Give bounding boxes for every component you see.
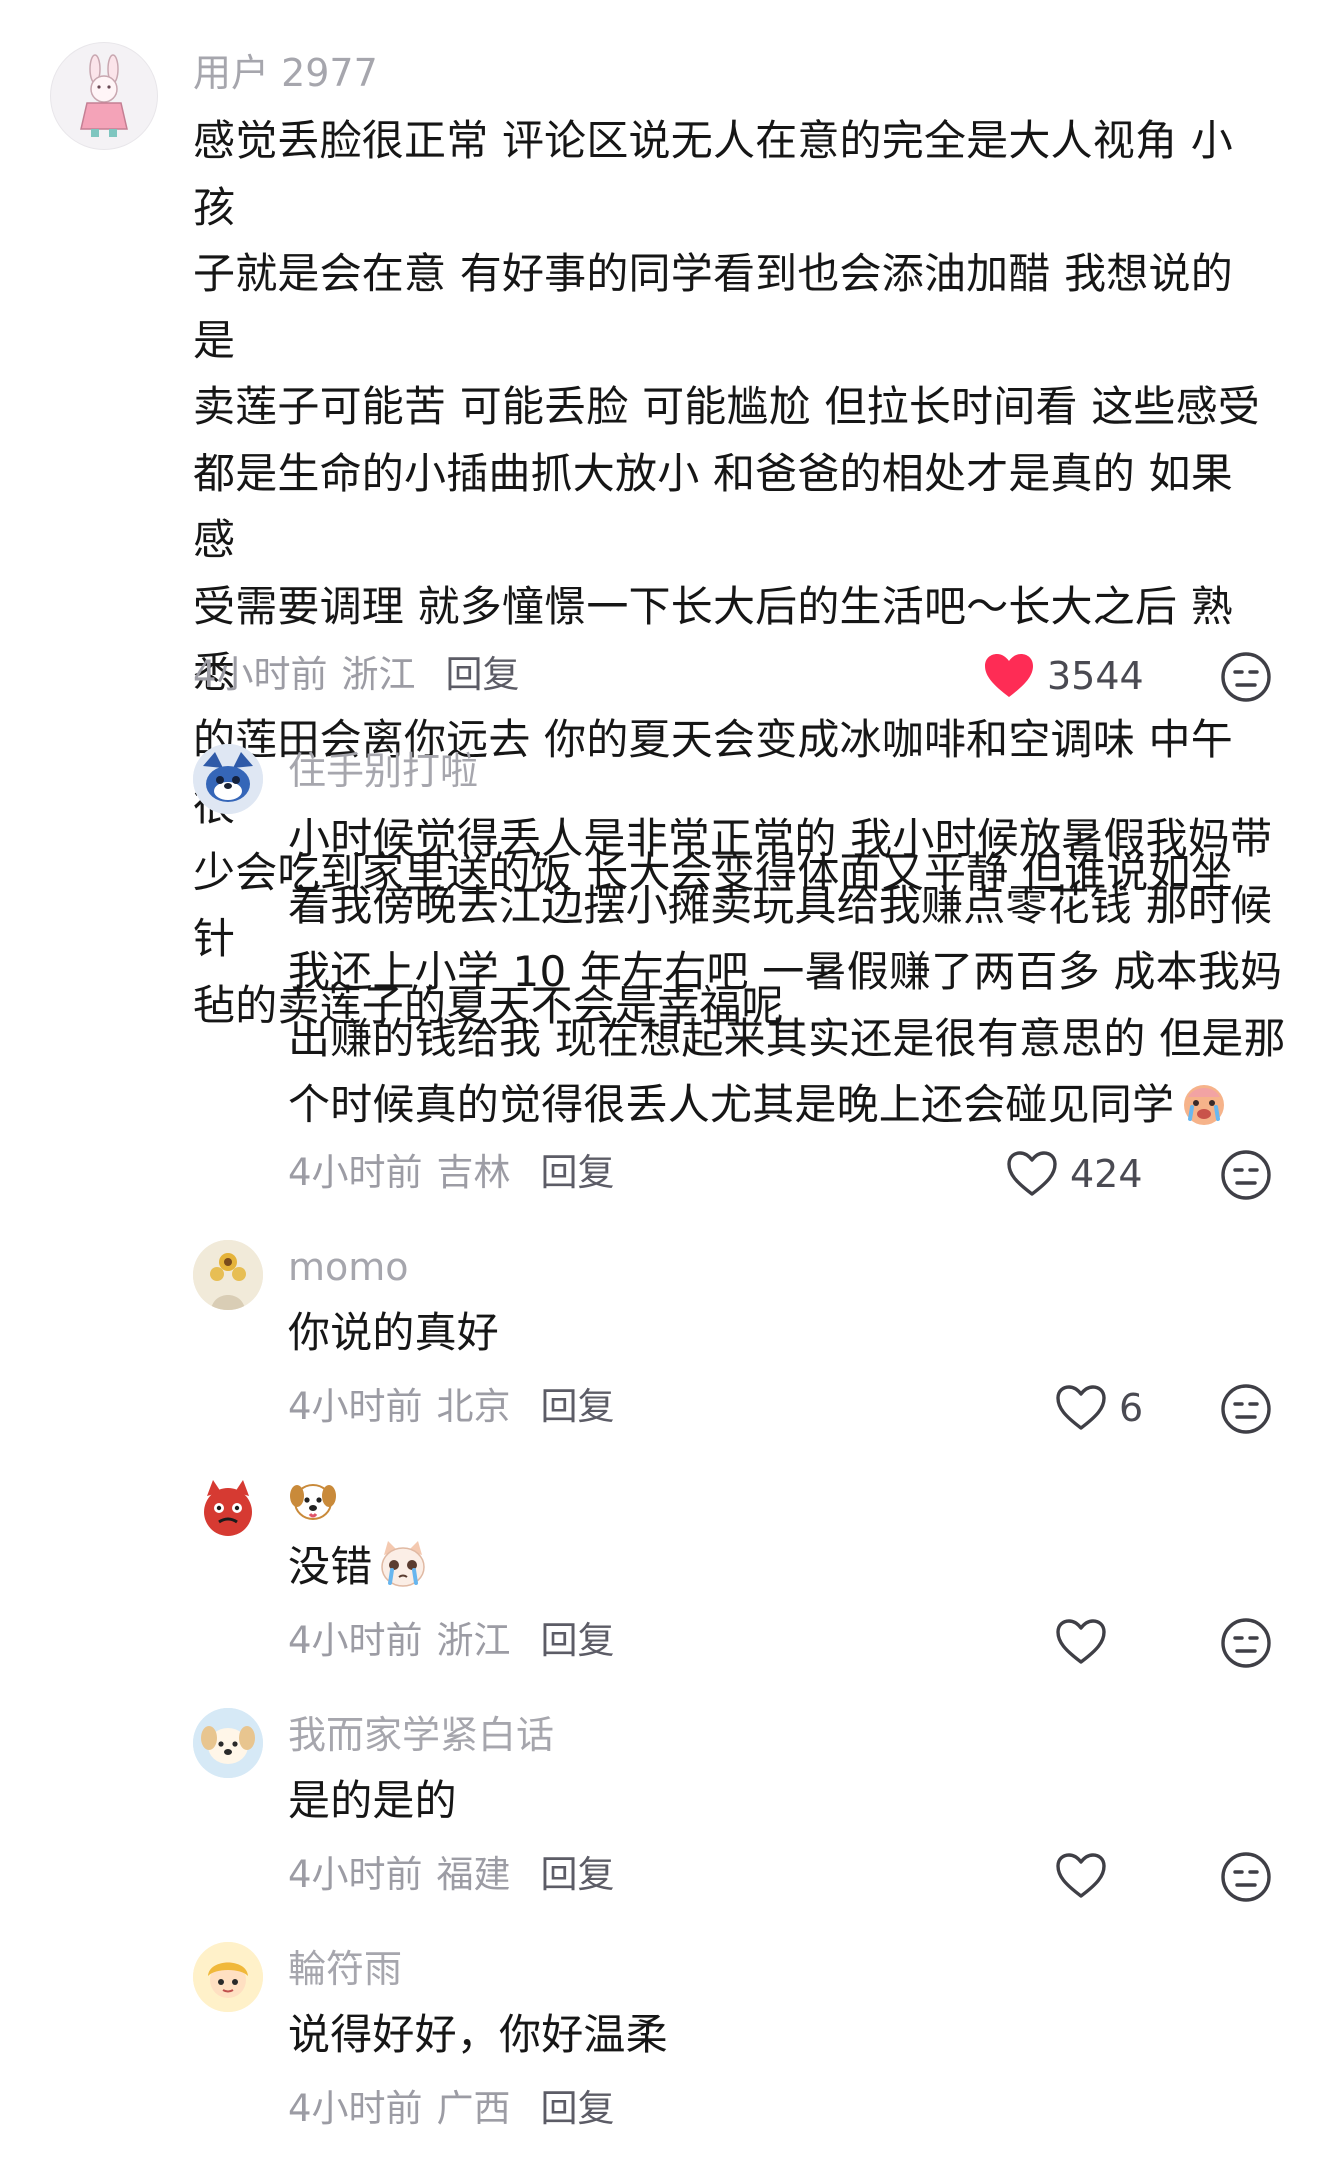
reply-username[interactable]: 住手别打啦 <box>288 746 478 796</box>
avatar[interactable] <box>193 1474 263 1544</box>
comment-time: 4小时前 <box>288 2087 423 2130</box>
like-button[interactable] <box>1055 1614 1119 1670</box>
reply-button[interactable]: 回复 <box>541 1616 615 1666</box>
avatar[interactable] <box>50 42 158 150</box>
reply-username[interactable]: 🐶 <box>288 1478 338 1537</box>
dog-emoji-icon <box>290 1484 336 1520</box>
like-button[interactable]: 6 <box>1055 1380 1143 1436</box>
dislike-face-icon[interactable] <box>1219 1148 1273 1202</box>
avatar[interactable] <box>193 1708 263 1778</box>
comment-time: 4小时前 <box>288 1853 423 1896</box>
reply-button[interactable]: 回复 <box>541 1850 615 1900</box>
comment-location: 福建 <box>436 1853 511 1896</box>
comment-meta: 4小时前 浙江 回复 <box>193 650 520 700</box>
reply-text: 说得好好，你好温柔 <box>288 2010 668 2059</box>
bunny-avatar-image <box>80 54 128 137</box>
reply-username[interactable]: 我而家学紧白话 <box>288 1710 554 1760</box>
comment-time: 4小时前 <box>288 1619 423 1662</box>
comment-time: 4小时前 <box>288 1385 423 1428</box>
comment-username[interactable]: 用户 2977 <box>193 48 378 98</box>
reply-text-content: 没错 <box>288 1542 373 1591</box>
puppy-avatar-image <box>193 1708 263 1778</box>
reply-meta: 4小时前 广西 回复 <box>288 2084 615 2134</box>
stitch-avatar-image <box>193 744 263 814</box>
comment-time: 4小时前 <box>288 1151 423 1194</box>
comment-list: 用户 2977 感觉丢脸很正常 评论区说无人在意的完全是大人视角 小孩 子就是会… <box>0 0 1320 2169</box>
reply-text: 没错 <box>288 1534 1288 1601</box>
cartoon-girl-avatar-image <box>193 1942 263 2012</box>
reply-username[interactable]: 輪符雨 <box>288 1944 402 1994</box>
heart-icon <box>985 654 1033 697</box>
reply-meta: 4小时前 浙江 回复 <box>288 1616 615 1666</box>
comment-location: 浙江 <box>436 1619 511 1662</box>
dislike-face-icon[interactable] <box>1219 650 1273 704</box>
comment-location: 浙江 <box>341 653 416 696</box>
dislike-face-icon[interactable] <box>1219 1850 1273 1904</box>
avatar[interactable] <box>193 744 263 814</box>
dislike-face-icon[interactable] <box>1219 1616 1273 1670</box>
reply-meta: 4小时前 北京 回复 <box>288 1382 615 1432</box>
avatar[interactable] <box>193 1942 263 2012</box>
like-count: 3544 <box>1047 654 1144 698</box>
comment-location: 北京 <box>436 1385 511 1428</box>
heart-icon <box>1007 1151 1057 1196</box>
like-count: 6 <box>1119 1386 1144 1430</box>
comment-time: 4小时前 <box>193 653 328 696</box>
heart-icon <box>1056 1619 1106 1664</box>
heart-icon <box>1056 1853 1106 1898</box>
like-button[interactable]: 424 <box>1006 1146 1143 1202</box>
reply-username[interactable]: momo <box>288 1242 409 1292</box>
reply-text: 你说的真好 <box>288 1308 500 1357</box>
red-cat-avatar-image <box>204 1480 252 1536</box>
reply-meta: 4小时前 福建 回复 <box>288 1850 615 1900</box>
reply-button[interactable]: 回复 <box>446 650 520 700</box>
like-button[interactable] <box>1055 1848 1119 1904</box>
like-button[interactable]: 3544 <box>983 648 1144 704</box>
comment-location: 广西 <box>436 2087 511 2130</box>
reply-meta: 4小时前 吉林 回复 <box>288 1148 615 1198</box>
reply-text: 是的是的 <box>288 1776 457 1825</box>
avatar[interactable] <box>193 1240 263 1310</box>
reply-text: 小时候觉得丢人是非常正常的 我小时候放暑假我妈带 着我傍晚去江边摆小摊卖玩具给我… <box>288 806 1288 1139</box>
sunflower-avatar-image <box>193 1240 263 1310</box>
reply-button[interactable]: 回复 <box>541 1148 615 1198</box>
reply-button[interactable]: 回复 <box>541 1382 615 1432</box>
comment-location: 吉林 <box>436 1151 511 1194</box>
like-count: 424 <box>1070 1152 1143 1196</box>
crying-emoji-icon <box>1184 1085 1225 1125</box>
reply-text-content: 小时候觉得丢人是非常正常的 我小时候放暑假我妈带 着我傍晚去江边摆小摊卖玩具给我… <box>288 814 1286 1129</box>
heart-icon <box>1056 1385 1106 1430</box>
crying-cat-emoji-icon <box>381 1541 426 1587</box>
dislike-face-icon[interactable] <box>1219 1382 1273 1436</box>
reply-button[interactable]: 回复 <box>541 2084 615 2134</box>
